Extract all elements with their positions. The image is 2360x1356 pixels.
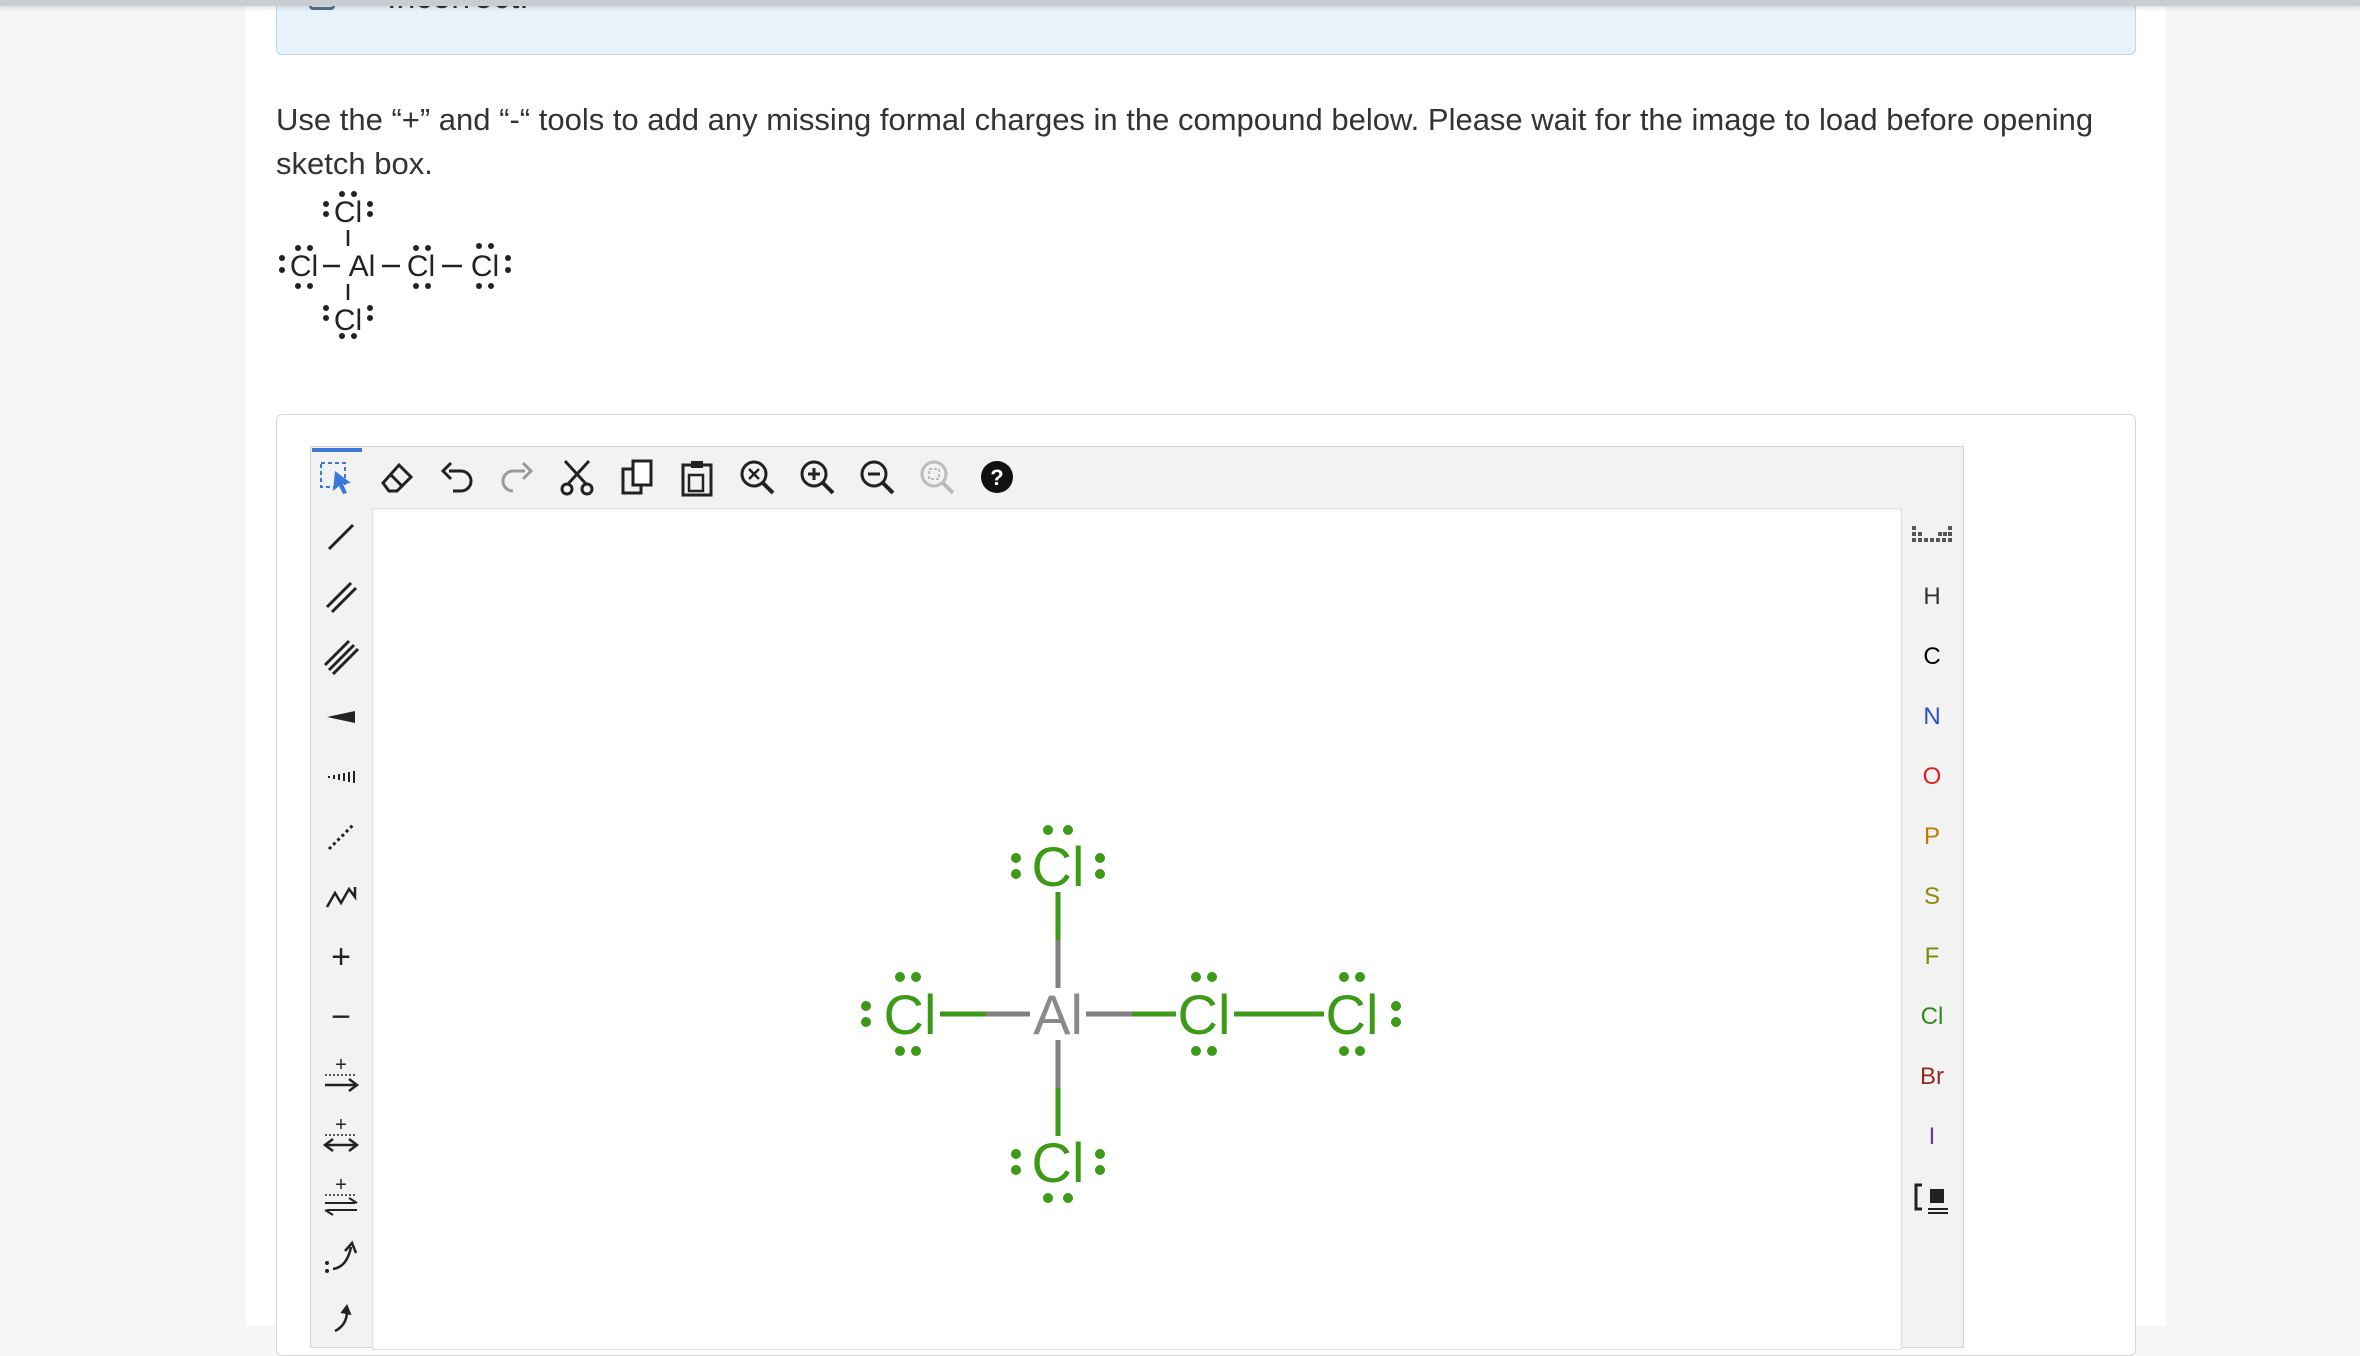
hash-bond-tool[interactable] bbox=[316, 752, 366, 802]
erase-tool[interactable] bbox=[372, 452, 422, 502]
resonance-arrow-tool[interactable]: + bbox=[316, 1112, 366, 1162]
electron-arrow-icon bbox=[334, 1303, 352, 1333]
charge-plus-tool[interactable]: + bbox=[316, 932, 366, 982]
element-n-button[interactable]: N bbox=[1902, 692, 1962, 742]
chain-icon bbox=[325, 886, 357, 908]
zoom-reset-icon bbox=[920, 460, 955, 495]
periodic-table-button[interactable] bbox=[1902, 512, 1962, 562]
resonance-arrow-icon: + bbox=[322, 1117, 360, 1152]
help-tool[interactable]: ? bbox=[972, 452, 1022, 502]
zoom-fit-icon bbox=[740, 460, 775, 495]
copy-icon bbox=[621, 459, 653, 495]
reaction-arrow-icon: + bbox=[325, 1057, 360, 1092]
atom-al[interactable]: Al bbox=[1033, 983, 1083, 1046]
atom-cl-right[interactable]: Cl bbox=[1326, 983, 1379, 1046]
element-f-label: F bbox=[1924, 943, 1940, 970]
zoom-out-tool[interactable] bbox=[852, 452, 902, 502]
feedback-banner: Incorrect. bbox=[276, 0, 2136, 55]
redo-icon bbox=[501, 461, 534, 493]
scissors-icon bbox=[560, 459, 594, 496]
chain-tool[interactable] bbox=[316, 872, 366, 922]
bracket-icon bbox=[1914, 1183, 1948, 1214]
atom-cl-left[interactable]: Cl bbox=[884, 983, 937, 1046]
molecule-drawing[interactable]: Cl Cl Al Cl Cl Cl bbox=[840, 800, 1420, 1240]
triple-bond-tool[interactable] bbox=[316, 632, 366, 682]
help-icon: ? bbox=[981, 461, 1013, 493]
question-structure-image: Cl Cl Al Cl Cl Cl bbox=[279, 191, 511, 339]
svg-text:+: + bbox=[335, 1117, 347, 1136]
zoom-in-icon bbox=[800, 460, 835, 495]
small-cl-bottom: Cl bbox=[334, 304, 362, 337]
paste-icon bbox=[681, 461, 713, 497]
curved-arrow-icon bbox=[325, 1240, 358, 1273]
element-h-label: H bbox=[1923, 583, 1941, 610]
wedge-bond-tool[interactable] bbox=[316, 692, 366, 742]
double-bond-tool[interactable] bbox=[316, 572, 366, 622]
small-cl-left: Cl bbox=[290, 250, 318, 283]
sketcher-toolbar: ? bbox=[310, 446, 1013, 506]
small-al: Al bbox=[349, 250, 376, 283]
electron-arrow-tool[interactable] bbox=[316, 1292, 366, 1342]
single-bond-icon bbox=[327, 523, 355, 551]
wedge-bond-icon bbox=[327, 711, 355, 723]
element-s-label: S bbox=[1923, 883, 1940, 910]
element-cl-button[interactable]: Cl bbox=[1902, 992, 1962, 1042]
element-n-label: N bbox=[1923, 703, 1941, 730]
element-i-button[interactable]: I bbox=[1902, 1112, 1962, 1162]
zoom-out-icon bbox=[860, 460, 895, 495]
zoom-reset-tool[interactable] bbox=[912, 452, 962, 502]
dashed-bond-tool[interactable] bbox=[316, 812, 366, 862]
element-p-label: P bbox=[1923, 823, 1940, 850]
undo-icon bbox=[440, 461, 473, 493]
atom-cl-top[interactable]: Cl bbox=[1032, 835, 1085, 898]
element-br-button[interactable]: Br bbox=[1902, 1052, 1962, 1102]
element-o-button[interactable]: O bbox=[1902, 752, 1962, 802]
element-c-button[interactable]: C bbox=[1902, 632, 1962, 682]
triple-bond-icon bbox=[323, 639, 359, 675]
element-i-label: I bbox=[1928, 1123, 1936, 1150]
curved-arrow-tool[interactable] bbox=[316, 1232, 366, 1282]
top-divider bbox=[0, 0, 2360, 6]
zoom-fit-tool[interactable] bbox=[732, 452, 782, 502]
equilibrium-arrow-tool[interactable]: + bbox=[316, 1172, 366, 1222]
select-tool[interactable] bbox=[312, 448, 362, 502]
copy-tool[interactable] bbox=[612, 452, 662, 502]
small-cl-top: Cl bbox=[334, 196, 362, 229]
small-cl-bridge: Cl bbox=[407, 250, 435, 283]
element-cl-label: Cl bbox=[1920, 1003, 1944, 1030]
element-f-button[interactable]: F bbox=[1902, 932, 1962, 982]
element-s-button[interactable]: S bbox=[1902, 872, 1962, 922]
paste-tool[interactable] bbox=[672, 452, 722, 502]
element-o-label: O bbox=[1922, 763, 1942, 790]
redo-tool[interactable] bbox=[492, 452, 542, 502]
cut-tool[interactable] bbox=[552, 452, 602, 502]
zoom-in-tool[interactable] bbox=[792, 452, 842, 502]
select-arrow-icon bbox=[320, 462, 351, 494]
hash-bond-icon bbox=[328, 771, 355, 783]
svg-text:+: + bbox=[335, 1057, 347, 1076]
element-h-button[interactable]: H bbox=[1902, 572, 1962, 622]
undo-tool[interactable] bbox=[432, 452, 482, 502]
eraser-icon bbox=[381, 462, 414, 493]
double-bond-icon bbox=[325, 581, 358, 614]
element-c-label: C bbox=[1923, 643, 1941, 670]
bracket-tool[interactable] bbox=[1902, 1172, 1962, 1222]
dashed-bond-icon bbox=[327, 823, 355, 851]
atom-cl-bottom[interactable]: Cl bbox=[1032, 1131, 1085, 1194]
equilibrium-arrow-icon: + bbox=[324, 1177, 358, 1216]
reaction-arrow-tool[interactable]: + bbox=[316, 1052, 366, 1102]
atom-cl-bridge[interactable]: Cl bbox=[1178, 983, 1231, 1046]
svg-text:+: + bbox=[335, 1177, 347, 1196]
small-cl-right: Cl bbox=[471, 250, 499, 283]
single-bond-tool[interactable] bbox=[316, 512, 366, 562]
charge-minus-tool[interactable]: − bbox=[316, 992, 366, 1042]
periodic-table-icon bbox=[1912, 526, 1952, 542]
svg-text:?: ? bbox=[990, 465, 1003, 490]
element-br-label: Br bbox=[1920, 1063, 1944, 1090]
element-p-button[interactable]: P bbox=[1902, 812, 1962, 862]
question-prompt: Use the “+” and “-“ tools to add any mis… bbox=[276, 102, 2094, 181]
